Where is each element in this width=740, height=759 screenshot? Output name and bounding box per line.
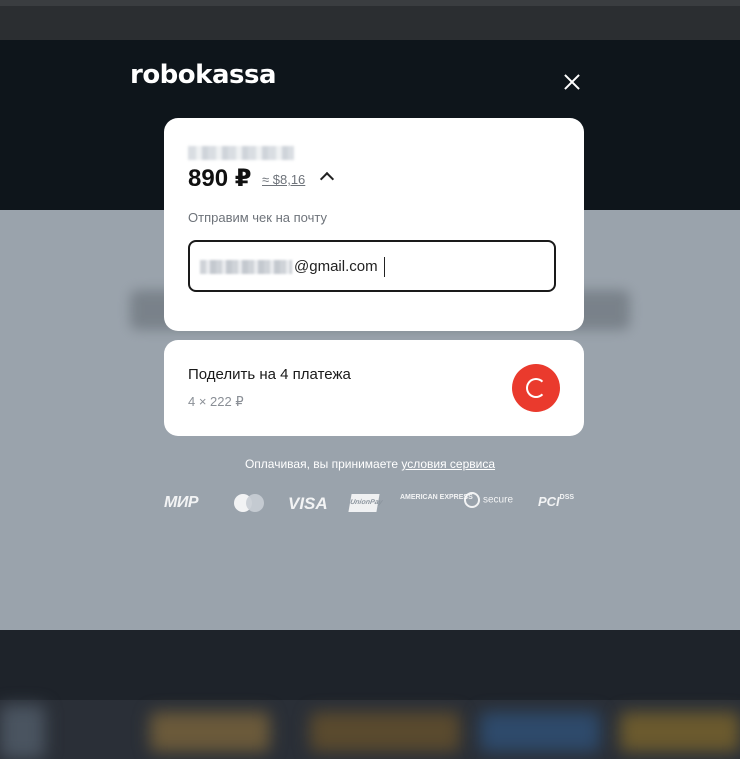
pci-text: PCI: [538, 494, 560, 509]
payment-logos: МИР VISA UnionPay AMERICAN EXPRESS secur…: [164, 492, 584, 514]
secure-text: secure: [483, 494, 514, 506]
terms-link[interactable]: условия сервиса: [401, 457, 495, 471]
text-caret: [384, 257, 385, 277]
unionpay-logo-icon: UnionPay: [348, 494, 383, 512]
loading-spinner-icon: [526, 378, 546, 398]
background-blob: [310, 712, 460, 752]
mastercard-logo-icon: [234, 494, 266, 512]
email-domain: @gmail.com: [294, 258, 378, 275]
background-blob: [150, 712, 270, 752]
robokassa-logo: robokassa: [130, 60, 277, 90]
split-payment-title: Поделить на 4 платежа: [188, 366, 351, 383]
receipt-label: Отправим чек на почту: [188, 210, 327, 225]
pci-dss-logo-icon: PCIDSS: [538, 494, 574, 509]
order-price: 890 ₽: [188, 165, 252, 192]
background-blob: [620, 712, 740, 752]
visa-logo-icon: VISA: [288, 494, 328, 513]
amex-logo-icon: AMERICAN EXPRESS: [400, 494, 473, 501]
split-payment-card[interactable]: Поделить на 4 платежа 4 × 222 ₽: [164, 340, 584, 436]
terms-text: Оплачивая, вы принимаете условия сервиса: [0, 457, 740, 471]
email-user-redacted: [200, 260, 292, 274]
background-blob: [0, 705, 45, 759]
background-blob: [480, 712, 600, 752]
background-header: [0, 6, 740, 40]
approx-price-link[interactable]: ≈ $8,16: [262, 172, 305, 187]
dss-text: DSS: [559, 494, 575, 501]
split-payment-subtitle: 4 × 222 ₽: [188, 394, 244, 409]
mir-logo-icon: МИР: [164, 494, 199, 511]
terms-prefix: Оплачивая, вы принимаете: [244, 457, 402, 471]
split-payment-button[interactable]: [512, 364, 560, 412]
secure-logo-icon: secure: [464, 492, 513, 508]
close-icon[interactable]: [560, 70, 584, 94]
email-field[interactable]: @gmail.com: [188, 240, 556, 292]
merchant-name-redacted: [188, 146, 294, 160]
order-card: 890 ₽ ≈ $8,16 Отправим чек на почту @gma…: [164, 118, 584, 331]
chevron-up-icon[interactable]: [319, 171, 335, 187]
